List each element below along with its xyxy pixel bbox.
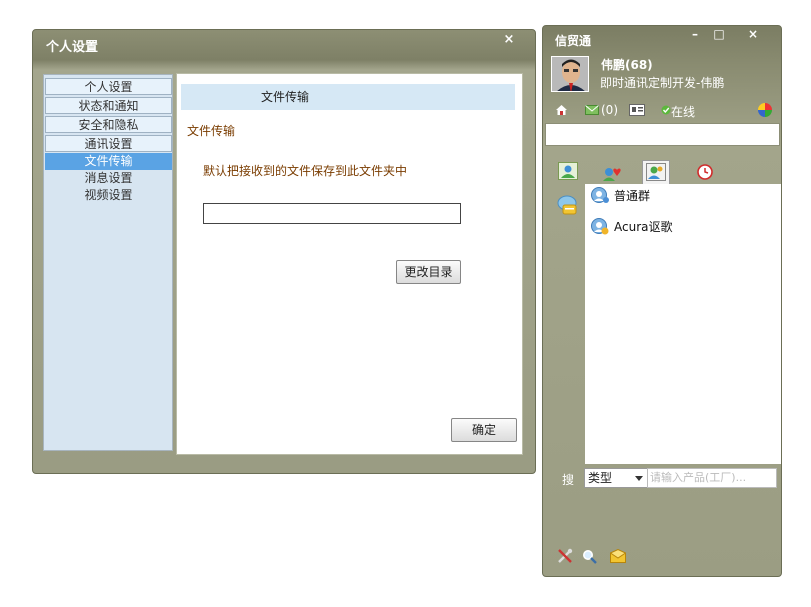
online-status-label[interactable]: 在线 [671,103,695,120]
list-item-group[interactable]: 普通群 [590,185,770,207]
product-search-label: 搜 [562,473,575,487]
skin-palette-icon[interactable] [758,103,772,117]
minimize-button[interactable]: – [687,26,703,42]
find-icon[interactable] [582,549,597,564]
panel-header: 文件传输 [181,84,515,110]
contact-list: 普通群 Acura讴歌 [585,184,781,464]
group-label: 普通群 [614,189,651,203]
settings-window-title: 个人设置 [46,40,99,55]
save-folder-description: 默认把接收到的文件保存到此文件夹中 [203,164,408,178]
type-select[interactable]: 类型 [584,468,648,488]
clock-icon [697,164,713,180]
maximize-button[interactable]: □ [711,26,727,42]
type-select-value: 类型 [588,471,613,485]
product-search-input[interactable]: 请输入产品(工厂)... [647,468,777,488]
product-search-placeholder: 请输入产品(工厂)... [650,471,747,484]
nav-item-message[interactable]: 消息设置 [45,170,172,187]
section-title: 文件传输 [187,124,236,138]
list-item-group[interactable]: Acura讴歌 [590,216,770,238]
nav-item-security-privacy[interactable]: 安全和隐私 [45,116,172,133]
group-label: Acura讴歌 [614,220,673,234]
nav-item-status-notify[interactable]: 状态和通知 [45,97,172,114]
avatar[interactable] [551,56,589,92]
messenger-window: 信贸通 – □ × 伟鹏(68) 即时通讯定制开发-伟鹏 (0) 在线 普通群 … [542,25,782,577]
tab-recent[interactable] [691,160,719,184]
nav-item-communication[interactable]: 通讯设置 [45,135,172,152]
contact-search-input[interactable] [545,123,780,146]
messenger-title: 信贸通 [555,34,592,48]
messenger-close-button[interactable]: × [745,26,761,42]
group-icon [591,218,609,235]
contacts-icon [558,162,578,180]
online-check-icon [661,105,671,115]
heart-contact-icon [603,168,621,181]
group-chat-side-icon[interactable] [556,194,578,216]
bottom-toolbar [557,547,657,565]
user-signature[interactable]: 即时通讯定制开发-伟鹏 [600,74,724,91]
message-box-icon[interactable] [610,549,626,563]
status-bar: (0) 在线 [555,102,775,120]
tab-favorites[interactable] [599,160,627,184]
tab-contacts[interactable] [555,160,583,184]
nav-item-video[interactable]: 视频设置 [45,187,172,204]
settings-window: 个人设置 × 个人设置 状态和通知 安全和隐私 通讯设置 文件传输 消息设置 视… [32,29,536,474]
avatar-portrait-icon [552,57,588,91]
tab-groups[interactable] [642,160,670,184]
tools-icon[interactable] [557,548,573,564]
group-contacts-icon [646,163,666,181]
contact-tabs [555,160,775,184]
user-name: 伟鹏(68) [601,58,653,72]
chevron-down-icon [635,476,643,481]
mail-count: (0) [601,103,618,117]
change-directory-button[interactable]: 更改目录 [396,260,461,284]
mail-icon[interactable] [585,105,599,115]
contact-card-icon[interactable] [629,104,645,116]
settings-nav: 个人设置 状态和通知 安全和隐私 通讯设置 文件传输 消息设置 视频设置 [43,74,173,451]
save-folder-path-input[interactable] [203,203,461,224]
nav-item-personal[interactable]: 个人设置 [45,78,172,95]
settings-close-button[interactable]: × [501,32,517,48]
nav-item-file-transfer[interactable]: 文件传输 [45,153,172,170]
group-icon [591,187,609,203]
ok-button[interactable]: 确定 [451,418,517,442]
settings-content-panel: 文件传输 文件传输 默认把接收到的文件保存到此文件夹中 更改目录 确定 [176,73,523,455]
home-icon[interactable] [555,104,568,116]
